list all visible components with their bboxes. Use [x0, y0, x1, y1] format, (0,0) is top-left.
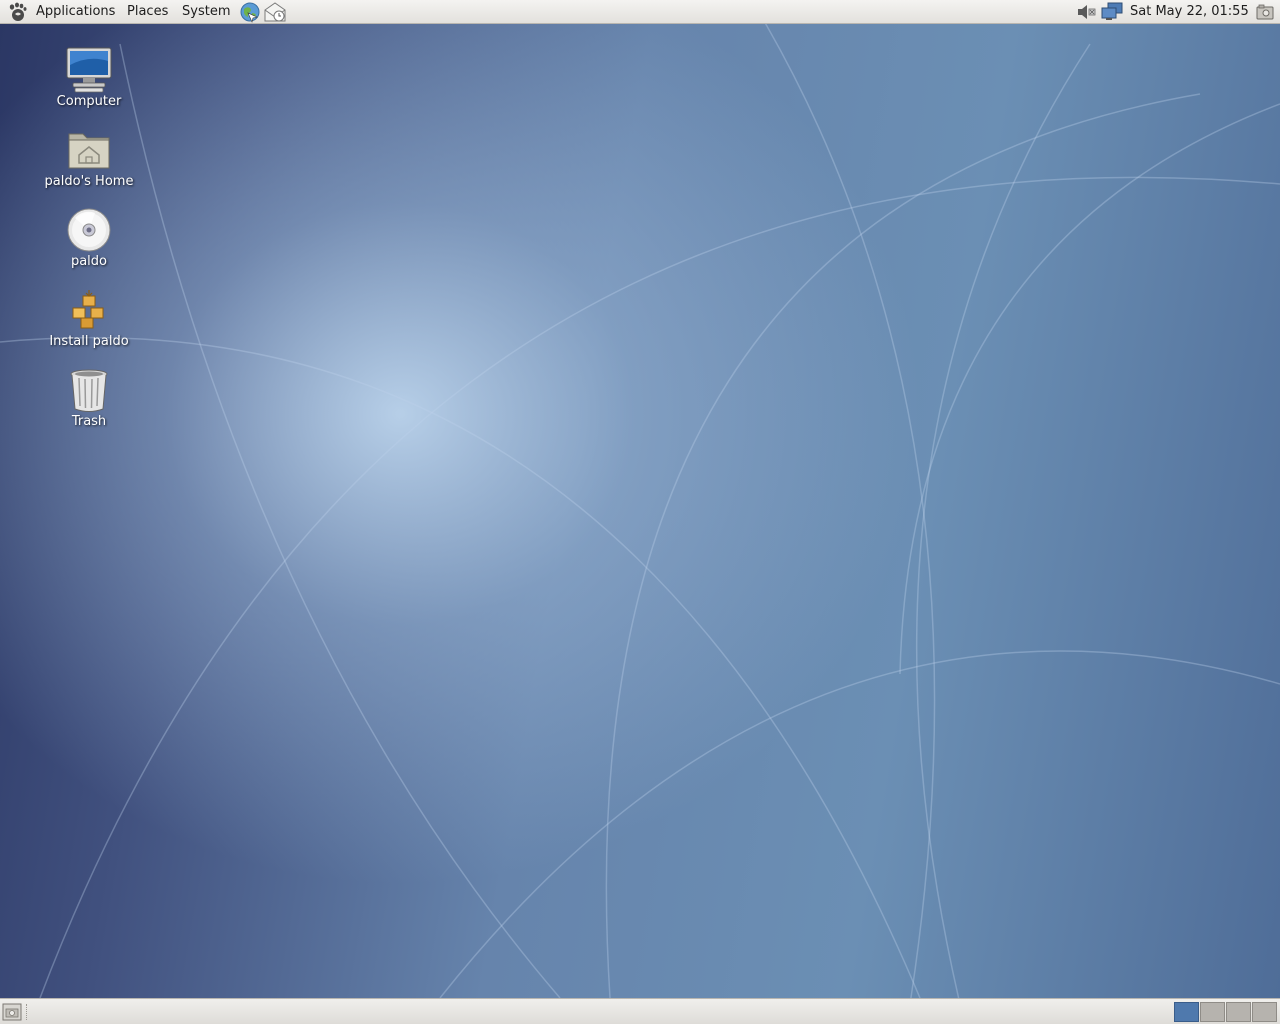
- desktop-icon-install-paldo[interactable]: Install paldo: [39, 286, 139, 349]
- bottom-panel: [0, 998, 1280, 1024]
- desktop-icon-label: paldo's Home: [44, 174, 134, 189]
- home-folder-icon: [68, 133, 110, 169]
- workspace-1[interactable]: [1174, 1002, 1199, 1022]
- wallpaper-curves: [0, 24, 1280, 998]
- applications-menu[interactable]: Applications: [34, 0, 117, 24]
- computer-icon: [66, 47, 112, 93]
- mail-icon[interactable]: [263, 1, 287, 23]
- desktop-icon-trash[interactable]: Trash: [39, 366, 139, 429]
- workspace-switcher[interactable]: [1174, 1002, 1278, 1022]
- desktop-icon-label: paldo: [70, 254, 108, 269]
- workspace-3[interactable]: [1226, 1002, 1251, 1022]
- workspace-4[interactable]: [1252, 1002, 1277, 1022]
- web-browser-icon[interactable]: [239, 1, 261, 23]
- optical-disc-icon: [67, 208, 111, 252]
- desktop-icon-label: Computer: [56, 94, 122, 109]
- clock[interactable]: Sat May 22, 01:55: [1130, 0, 1249, 24]
- desktop[interactable]: Computer paldo's Home paldo Install pald…: [0, 24, 1280, 998]
- gnome-foot-icon[interactable]: [6, 2, 28, 22]
- top-panel: Applications Places System Sat May 22, 0…: [0, 0, 1280, 24]
- desktop-icon-label: Install paldo: [49, 334, 129, 349]
- desktop-icon-label: Trash: [71, 414, 107, 429]
- volume-icon[interactable]: [1076, 3, 1098, 21]
- desktop-icon-home[interactable]: paldo's Home: [39, 126, 139, 189]
- screenshot-applet-icon[interactable]: [1256, 4, 1274, 20]
- system-menu[interactable]: System: [180, 0, 232, 24]
- places-menu[interactable]: Places: [125, 0, 170, 24]
- panel-drag-handle[interactable]: [26, 1004, 29, 1020]
- screen: Applications Places System Sat May 22, 0…: [0, 0, 1280, 1024]
- trash-icon: [70, 369, 108, 412]
- workspace-2[interactable]: [1200, 1002, 1225, 1022]
- desktop-icon-paldo-disc[interactable]: paldo: [39, 206, 139, 269]
- network-icon[interactable]: [1100, 2, 1124, 22]
- desktop-icon-computer[interactable]: Computer: [39, 46, 139, 109]
- show-desktop-icon[interactable]: [2, 1003, 22, 1021]
- installer-icon: [72, 290, 104, 329]
